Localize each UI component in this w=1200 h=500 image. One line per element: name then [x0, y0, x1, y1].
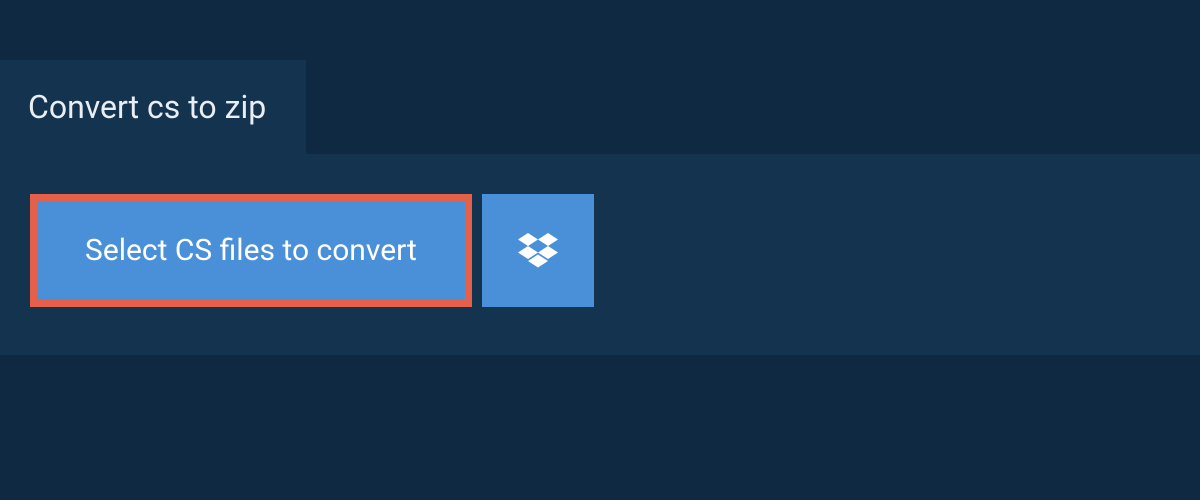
dropbox-icon: [518, 233, 558, 269]
conversion-panel: Select CS files to convert: [0, 154, 1200, 355]
select-files-label: Select CS files to convert: [85, 233, 417, 268]
tab-title: Convert cs to zip: [28, 88, 266, 126]
select-files-button[interactable]: Select CS files to convert: [30, 194, 472, 307]
button-group: Select CS files to convert: [30, 194, 1170, 307]
tab-header: Convert cs to zip: [0, 60, 306, 154]
dropbox-button[interactable]: [482, 194, 594, 307]
